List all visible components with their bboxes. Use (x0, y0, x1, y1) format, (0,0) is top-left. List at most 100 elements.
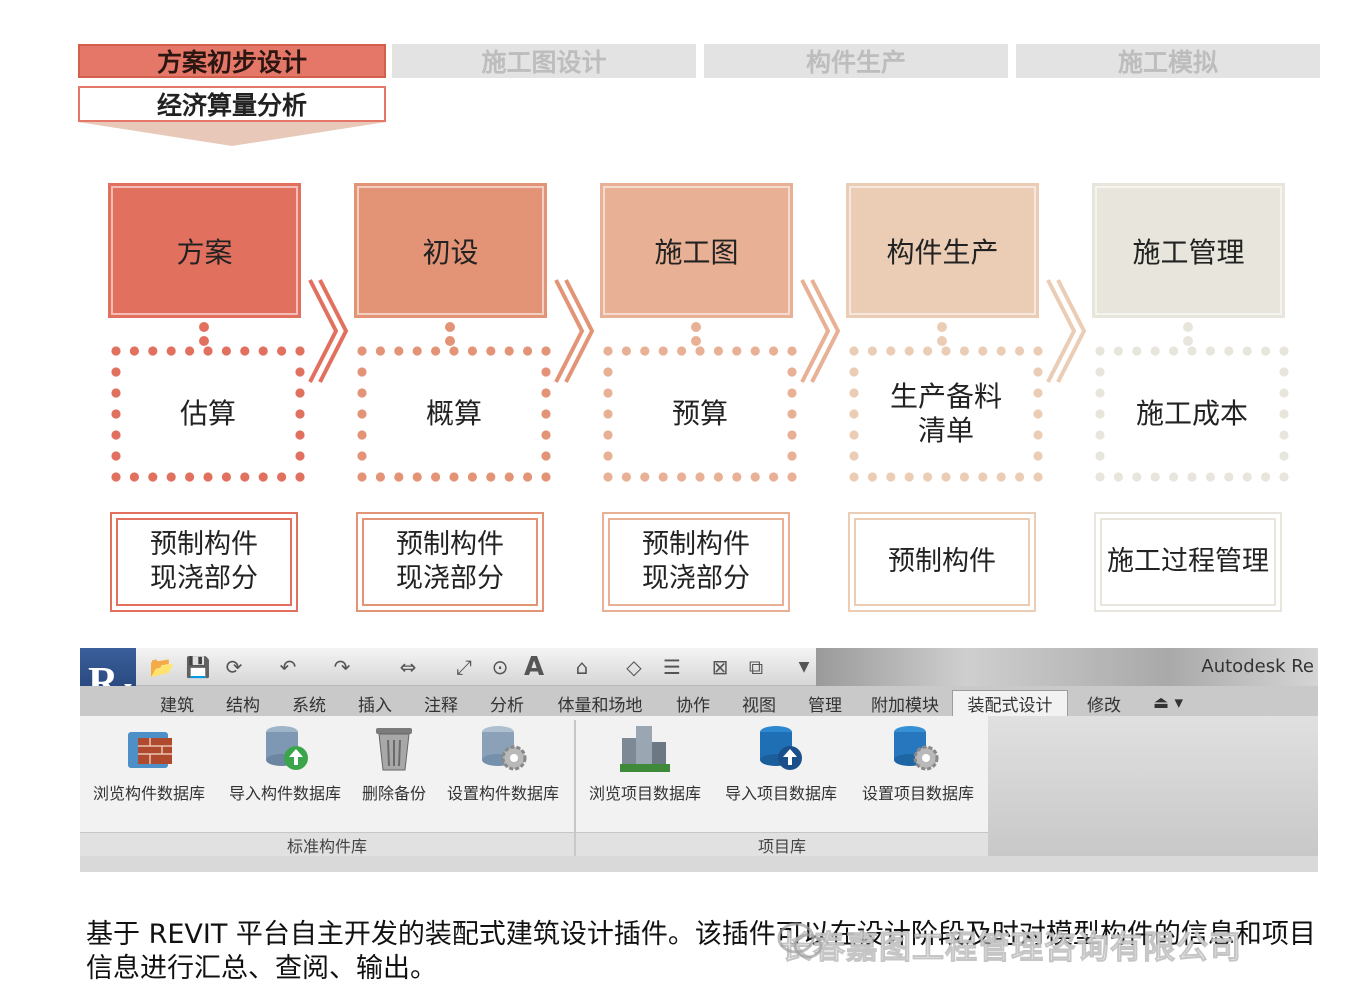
import-project-db-button[interactable]: 导入项目数据库 (716, 780, 846, 803)
stage-box: 施工管理 (1092, 183, 1285, 318)
chevron-stroke (308, 279, 339, 383)
wechat-logo-icon (777, 922, 823, 959)
ribbon-tab[interactable]: 插入 (342, 690, 408, 716)
scope-box: 预制构件 现浇部分 (356, 512, 544, 612)
sub-phase-box: 经济算量分析 (78, 86, 386, 122)
ribbon-tab[interactable]: 修改 (1068, 690, 1140, 716)
ribbon-tab[interactable]: 注释 (408, 690, 474, 716)
calc-label: 施工成本 (1135, 397, 1248, 430)
ribbon-tab[interactable]: 附加模块 (858, 690, 952, 716)
ribbon-tab[interactable]: 装配式设计 (952, 690, 1068, 716)
calc-label: 生产备料 清单 (889, 380, 1002, 447)
connector-dot (445, 322, 455, 332)
set-component-db-button[interactable]: 设置构件数据库 (438, 780, 568, 803)
calc-label: 概算 (425, 397, 482, 430)
stage-box: 构件生产 (846, 183, 1039, 318)
ribbon-tab[interactable]: 管理 (792, 690, 858, 716)
chevron-stroke (800, 279, 831, 383)
scope-box: 预制构件 现浇部分 (110, 512, 298, 612)
ribbon-tab[interactable]: 视图 (726, 690, 792, 716)
panel-label-standard-library: 标准构件库 (80, 832, 574, 856)
database-import-blue-icon (760, 726, 802, 770)
scope-label: 预制构件 (888, 546, 996, 577)
phase-tab-label: 构件生产 (805, 48, 906, 77)
database-settings-blue-icon (894, 726, 939, 771)
ribbon-tab[interactable]: 体量和场地 (540, 690, 660, 716)
ribbon-tab[interactable]: 建筑 (144, 690, 210, 716)
connector-dot (1183, 322, 1193, 332)
stage-box: 初设 (354, 183, 547, 318)
phase-tab-3: 构件生产 (704, 44, 1008, 78)
section-icon[interactable]: ◇ (622, 655, 646, 679)
open-icon[interactable]: 📂 (150, 655, 175, 679)
window-title: Autodesk Re (1201, 656, 1314, 677)
scope-label: 预制构件 现浇部分 (396, 529, 504, 594)
ribbon-tab[interactable]: 分析 (474, 690, 540, 716)
phase-tab-2: 施工图设计 (392, 44, 696, 78)
close-hidden-icon[interactable]: ⊠ (708, 655, 732, 679)
stage-label: 施工图 (654, 235, 739, 269)
connector-dot (691, 322, 701, 332)
phase-tab-4: 施工模拟 (1016, 44, 1320, 78)
phase-tab-label: 方案初步设计 (156, 48, 307, 77)
thin-lines-icon[interactable]: ☰ (660, 655, 684, 679)
ribbon-options-dropdown-icon[interactable]: ⏏ ▾ (1146, 690, 1190, 716)
scope-box: 施工过程管理 (1094, 512, 1282, 612)
chevron-arrow-icon (800, 279, 841, 383)
stage-label: 构件生产 (886, 235, 999, 269)
import-component-db-button[interactable]: 导入构件数据库 (220, 780, 350, 803)
calc-label: 预算 (671, 397, 728, 430)
stage-box: 方案 (108, 183, 301, 318)
chevron-stroke (564, 279, 595, 383)
chevron-stroke (554, 279, 585, 383)
measure-icon[interactable]: ⇔ (396, 655, 420, 679)
save-icon[interactable]: 💾 (186, 655, 211, 679)
chevron-stroke (318, 279, 349, 383)
customize-dropdown-icon[interactable]: ▼ (792, 655, 816, 679)
chevron-arrow-icon (308, 279, 349, 383)
redo-icon[interactable]: ↷ (330, 655, 354, 679)
connector-dot (199, 322, 209, 332)
ribbon-bottom-bar (80, 856, 1318, 872)
ribbon-tab[interactable]: 系统 (276, 690, 342, 716)
scope-label: 施工过程管理 (1107, 546, 1269, 577)
switch-windows-icon[interactable]: ⧉ (744, 655, 768, 679)
chevron-arrow-icon (1046, 279, 1087, 383)
folder-brick-icon (128, 732, 172, 768)
scope-label: 预制构件 现浇部分 (150, 529, 258, 594)
text-icon[interactable]: A (522, 652, 546, 682)
tag-icon[interactable]: ⊙ (488, 655, 512, 679)
scope-box: 预制构件 现浇部分 (602, 512, 790, 612)
ribbon-tab[interactable]: 结构 (210, 690, 276, 716)
panel-label-project-library: 项目库 (576, 832, 988, 856)
stage-box: 施工图 (600, 183, 793, 318)
3d-view-icon[interactable]: ⌂ (570, 655, 594, 679)
delete-backup-button[interactable]: 删除备份 (354, 780, 434, 803)
ribbon-empty-area (988, 716, 1318, 856)
buildings-icon (620, 726, 670, 772)
trash-icon (376, 728, 412, 771)
browse-component-db-button[interactable]: 浏览构件数据库 (84, 780, 214, 803)
sub-phase-pointer (78, 122, 386, 146)
chevron-stroke (1056, 279, 1087, 383)
ribbon-tab[interactable]: 协作 (660, 690, 726, 716)
connector-dot (937, 322, 947, 332)
dimension-icon[interactable]: ⤢ (452, 655, 476, 679)
calc-label: 估算 (179, 397, 236, 430)
stage-label: 初设 (422, 235, 479, 269)
set-project-db-button[interactable]: 设置项目数据库 (852, 780, 984, 803)
title-bar: Autodesk Re (816, 648, 1318, 686)
scope-box: 预制构件 (848, 512, 1036, 612)
stage-label: 方案 (176, 235, 233, 269)
phase-tab-1: 方案初步设计 (78, 44, 386, 78)
chevron-stroke (810, 279, 841, 383)
browse-project-db-button[interactable]: 浏览项目数据库 (580, 780, 710, 803)
undo-icon[interactable]: ↶ (276, 655, 300, 679)
sub-phase-label: 经济算量分析 (156, 91, 307, 120)
database-import-icon (266, 726, 308, 770)
database-settings-icon (482, 726, 527, 771)
scope-label: 预制构件 现浇部分 (642, 529, 750, 594)
sync-icon[interactable]: ⟳ (222, 655, 246, 679)
chevron-arrow-icon (554, 279, 595, 383)
phase-tab-label: 施工图设计 (481, 48, 607, 77)
